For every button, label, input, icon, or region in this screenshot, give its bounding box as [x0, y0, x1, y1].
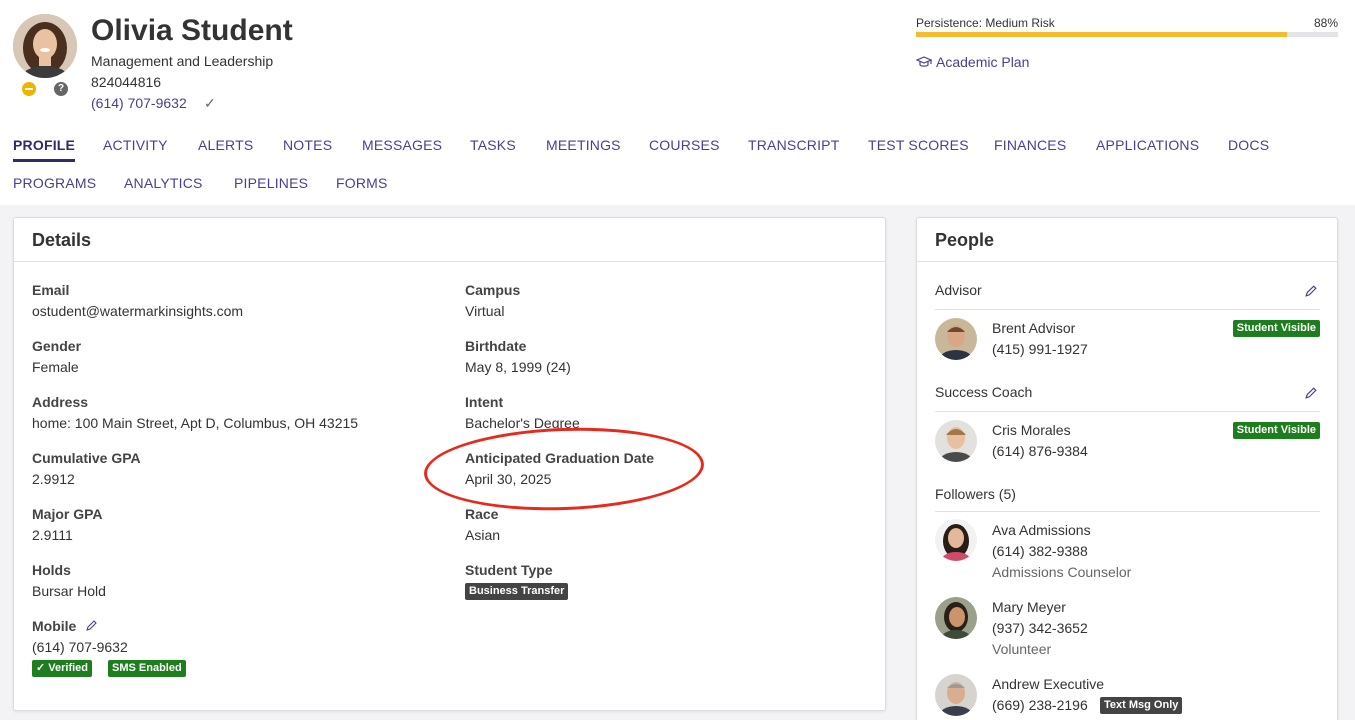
holds-label: Holds [32, 562, 71, 578]
address-value: home: 100 Main Street, Apt D, Columbus, … [32, 415, 359, 431]
tab-analytics[interactable]: ANALYTICS [124, 175, 203, 191]
student-phone[interactable]: (614) 707-9632 [91, 95, 187, 111]
verified-check-icon: ✓ [204, 95, 216, 111]
address-label: Address [32, 394, 89, 410]
advisor-name[interactable]: Brent Advisor [992, 320, 1075, 336]
follower-role: Admissions Counselor [992, 564, 1132, 580]
follower-name[interactable]: Ava Admissions [992, 522, 1091, 538]
coach-phone: (614) 876-9384 [992, 443, 1088, 459]
coach-avatar [935, 420, 977, 462]
mobile-label: Mobile [32, 618, 77, 634]
tab-alerts[interactable]: ALERTS [198, 137, 253, 153]
coach-name[interactable]: Cris Morales [992, 422, 1071, 438]
tab-docs[interactable]: DOCS [1228, 137, 1269, 153]
student-type-badge: Business Transfer [465, 583, 569, 600]
follower-phone: (937) 342-3652 [992, 620, 1088, 636]
tab-tasks[interactable]: TASKS [470, 137, 516, 153]
persistence-label: Persistence: Medium Risk [916, 16, 1055, 30]
advisor-section-title: Advisor [935, 282, 982, 298]
major-gpa-label: Major GPA [32, 506, 103, 522]
help-icon[interactable]: ? [54, 82, 68, 96]
coach-student-visible-badge: Student Visible [1232, 422, 1320, 439]
gender-label: Gender [32, 338, 82, 354]
birthdate-label: Birthdate [465, 338, 527, 354]
follower-role: Volunteer [992, 641, 1052, 657]
persistence-bar [916, 32, 1338, 37]
graduation-cap-icon [915, 56, 933, 67]
persistence-bar-fill [916, 32, 1288, 37]
edit-advisor-pencil-icon[interactable] [1304, 284, 1318, 298]
campus-value: Virtual [465, 303, 505, 319]
follower-avatar [935, 519, 977, 561]
edit-coach-pencil-icon[interactable] [1304, 386, 1318, 400]
email-label: Email [32, 282, 70, 298]
student-name: Olivia Student [91, 14, 293, 47]
tab-forms[interactable]: FORMS [336, 175, 388, 191]
tab-meetings[interactable]: MEETINGS [546, 137, 621, 153]
email-value: ostudent@watermarkinsights.com [32, 303, 244, 319]
tab-messages[interactable]: MESSAGES [362, 137, 442, 153]
birthdate-value: May 8, 1999 (24) [465, 359, 571, 375]
tab-notes[interactable]: NOTES [283, 137, 332, 153]
people-title: People [935, 230, 995, 250]
tab-activity[interactable]: ACTIVITY [103, 137, 168, 153]
student-id: 824044816 [91, 74, 162, 90]
follower-phone: (614) 382-9388 [992, 543, 1088, 559]
follower-name[interactable]: Andrew Executive [992, 676, 1104, 692]
details-title: Details [32, 230, 92, 250]
race-label: Race [465, 506, 499, 522]
details-divider [14, 261, 885, 262]
advisor-phone: (415) 991-1927 [992, 341, 1088, 357]
follower-avatar [935, 597, 977, 639]
people-divider [917, 261, 1337, 262]
text-msg-only-badge: Text Msg Only [1100, 697, 1183, 714]
followers-divider [935, 511, 1320, 512]
intent-label: Intent [465, 394, 504, 410]
follower-avatar [935, 674, 977, 716]
cumulative-gpa-value: 2.9912 [32, 471, 75, 487]
academic-plan-link[interactable]: Academic Plan [915, 54, 1030, 70]
coach-section-title: Success Coach [935, 384, 1033, 400]
follower-phone: (669) 238-2196 [992, 697, 1088, 713]
tab-profile[interactable]: PROFILE [13, 137, 76, 162]
academic-plan-label: Academic Plan [936, 54, 1030, 70]
tab-pipelines[interactable]: PIPELINES [234, 175, 308, 191]
student-type-label: Student Type [465, 562, 553, 578]
tab-test-scores[interactable]: TEST SCORES [868, 137, 969, 153]
advisor-divider [935, 309, 1320, 310]
tab-courses[interactable]: COURSES [649, 137, 720, 153]
sms-enabled-badge: SMS Enabled [108, 660, 186, 677]
student-avatar [13, 14, 77, 78]
race-value: Asian [465, 527, 501, 543]
verified-badge: ✓ Verified [32, 660, 93, 677]
followers-section-title: Followers (5) [935, 486, 1016, 502]
tab-finances[interactable]: FINANCES [994, 137, 1066, 153]
status-away-icon [22, 82, 36, 96]
campus-label: Campus [465, 282, 521, 298]
advisor-avatar [935, 318, 977, 360]
follower-name[interactable]: Mary Meyer [992, 599, 1066, 615]
tab-programs[interactable]: PROGRAMS [13, 175, 96, 191]
major-gpa-value: 2.9111 [32, 527, 73, 543]
coach-divider [935, 411, 1320, 412]
student-major: Management and Leadership [91, 53, 274, 69]
advisor-student-visible-badge: Student Visible [1232, 320, 1320, 337]
gender-value: Female [32, 359, 79, 375]
edit-mobile-pencil-icon[interactable] [85, 619, 98, 632]
persistence-percent: 88% [1313, 16, 1338, 30]
holds-value: Bursar Hold [32, 583, 106, 599]
tab-applications[interactable]: APPLICATIONS [1096, 137, 1199, 153]
cumulative-gpa-label: Cumulative GPA [32, 450, 141, 466]
mobile-value: (614) 707-9632 [32, 639, 128, 655]
tab-transcript[interactable]: TRANSCRIPT [748, 137, 839, 153]
